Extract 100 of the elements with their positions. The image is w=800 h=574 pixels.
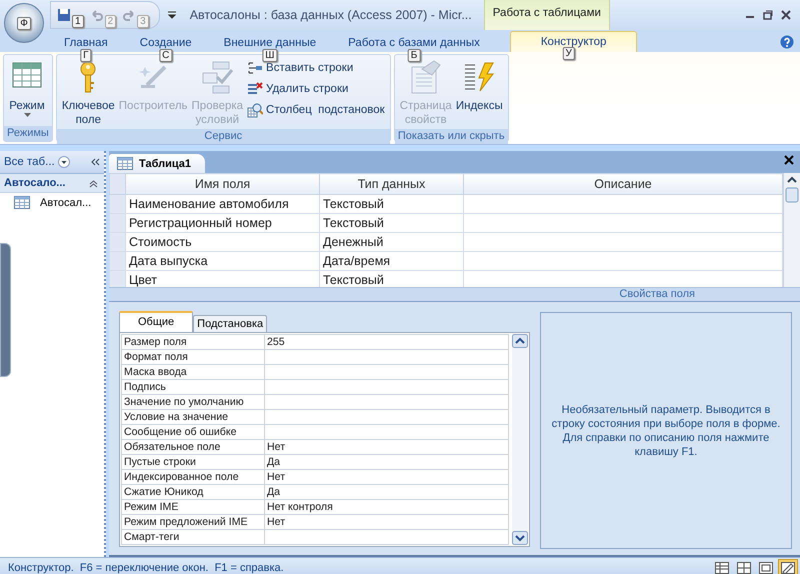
property-label: Сообщение об ошибке: [122, 424, 264, 440]
ribbon-button[interactable]: Столбец подстановок: [245, 101, 387, 119]
ribbon-tab[interactable]: Создание: [128, 33, 204, 52]
property-tab[interactable]: Подстановка: [193, 315, 268, 332]
group-label: Сервис: [56, 129, 390, 144]
property-label: Сжатие Юникод: [122, 484, 264, 500]
keytip: 1: [72, 15, 84, 28]
view-icon: [759, 562, 773, 574]
window-title: Автосалоны : база данных (Access 2007) - Micr...: [190, 8, 472, 22]
table-item[interactable]: Автосал...: [0, 193, 104, 212]
wand-icon: [139, 66, 167, 88]
key-icon: [80, 62, 96, 92]
indexes-icon: [464, 62, 494, 92]
caret-icon: [24, 113, 30, 117]
group-label: Режимы: [4, 126, 52, 141]
delete-rows-icon: [247, 82, 264, 94]
table-cell: Дата выпуска: [126, 252, 320, 270]
keytip: С: [159, 49, 172, 62]
office-button[interactable]: Ф: [4, 3, 44, 43]
undo-icon: [90, 8, 104, 22]
column-header[interactable]: Описание: [464, 174, 782, 194]
keytip: 2: [104, 15, 116, 28]
view-icon: [781, 562, 795, 574]
keytip: 3: [137, 15, 149, 28]
view-button[interactable]: [778, 559, 798, 574]
property-value[interactable]: 255: [264, 334, 508, 350]
keytip: У: [562, 47, 575, 60]
table-cell: Текстовый: [320, 214, 464, 232]
ribbon-button[interactable]: Режим: [7, 57, 47, 123]
property-label: Формат поля: [122, 350, 264, 364]
dropdown-icon[interactable]: [58, 156, 70, 168]
scroll-up-icon[interactable]: [512, 334, 528, 348]
property-label: Размер поля: [122, 334, 264, 350]
document-tab[interactable]: Таблица1: [109, 154, 205, 173]
table-cell: Наименование автомобиля: [126, 194, 320, 214]
property-value[interactable]: Да: [264, 484, 508, 500]
collapse-pane-icon[interactable]: [90, 157, 100, 167]
property-label: Значение по умолчанию: [122, 394, 264, 410]
property-value[interactable]: Нет: [264, 470, 508, 484]
property-label: Подпись: [122, 380, 264, 394]
redo-icon: [122, 8, 136, 22]
save-icon: [57, 8, 71, 22]
property-value[interactable]: Нет: [264, 514, 508, 530]
property-label: Индексированное поле: [122, 470, 264, 484]
view-button[interactable]: [734, 559, 754, 574]
view-button[interactable]: [756, 559, 776, 574]
property-label: Обязательное поле: [122, 440, 264, 454]
customize-toolbar-icon[interactable]: [168, 11, 176, 19]
property-label: Условие на значение: [122, 410, 264, 424]
property-label: Смарт-теги: [122, 530, 264, 544]
property-tab[interactable]: Общие: [119, 311, 194, 332]
column-header[interactable]: Имя поля: [126, 174, 320, 194]
property-sheet-icon: [411, 60, 440, 94]
table-cell: Стоимость: [126, 232, 320, 252]
scroll-thumb[interactable]: [785, 187, 799, 203]
ribbon-tab[interactable]: Главная: [52, 33, 120, 52]
collapse-icon[interactable]: [89, 178, 98, 188]
close-icon: [784, 155, 794, 165]
table-icon: [14, 196, 30, 209]
table-cell: Денежный: [320, 232, 464, 252]
restore-icon[interactable]: [762, 9, 774, 21]
contextual-tab-title: Работа с таблицами: [484, 0, 610, 30]
insert-rows-icon: [248, 62, 262, 74]
scroll-down-icon[interactable]: [512, 531, 528, 545]
flowchart-check-icon: [202, 62, 234, 94]
scrollbar[interactable]: [783, 173, 800, 287]
table-cell: Регистрационный номер: [126, 214, 320, 232]
view-icon: [737, 562, 751, 574]
close-icon[interactable]: [780, 9, 792, 21]
ribbon-button[interactable]: Вставить строки: [245, 59, 387, 77]
property-label: Режим IME: [122, 500, 264, 514]
table-cell: Дата/время: [320, 252, 464, 270]
property-label: Маска ввода: [122, 364, 264, 380]
property-label: Пустые строки: [122, 454, 264, 470]
status-text: Конструктор. F6 = переключение окон. F1 = справка.: [8, 562, 284, 574]
property-label: Режим предложений IME: [122, 514, 264, 530]
property-value[interactable]: Нет: [264, 440, 508, 454]
ribbon-tab[interactable]: Работа с базами данных: [336, 33, 492, 52]
ribbon-tab[interactable]: Внешние данные: [212, 33, 328, 52]
view-icon: [715, 562, 729, 574]
table-icon: [117, 157, 133, 170]
property-value[interactable]: Нет контроля: [264, 500, 508, 514]
help-icon[interactable]: [780, 35, 794, 49]
view-button[interactable]: [712, 559, 732, 574]
table-cell: Текстовый: [320, 194, 464, 214]
keytip: Б: [408, 49, 420, 62]
keytip: Г: [80, 49, 92, 62]
lookup-column-icon: [248, 104, 264, 118]
section-title: Свойства поля: [109, 287, 800, 301]
property-value[interactable]: Да: [264, 454, 508, 470]
group-header[interactable]: Автосало...: [0, 174, 104, 193]
help-text: Необязательный параметр. Выводится в строку состояния при выборе поля в форме. Для справки по описанию поля нажмите клавишу F1.: [551, 402, 781, 458]
ribbon-button[interactable]: Удалить строки: [245, 80, 387, 98]
column-header[interactable]: Тип данных: [320, 174, 464, 194]
keytip: Ш: [262, 49, 278, 62]
group-label: Показать или скрыть: [394, 129, 508, 144]
table-grid-icon: [12, 62, 42, 88]
ribbon-button[interactable]: Индексы: [454, 57, 505, 115]
keytip: Ф: [17, 16, 31, 30]
save-button[interactable]: 1: [57, 8, 84, 28]
